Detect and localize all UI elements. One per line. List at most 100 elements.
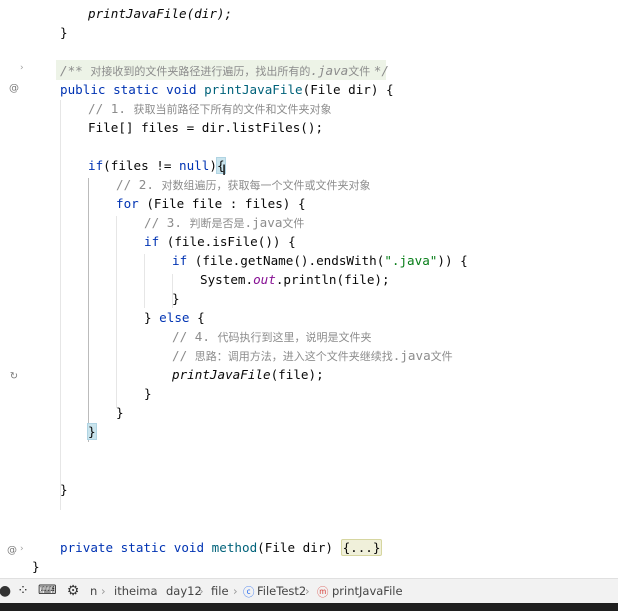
keyboard-icon[interactable]: ⌨: [38, 582, 57, 600]
code-editor[interactable]: › @ ↻ @ › printJavaFile(dir); } /** 对接收到…: [0, 0, 618, 578]
code-text: .java: [244, 215, 283, 230]
keyword: if: [172, 253, 188, 268]
matched-brace: }: [87, 423, 97, 440]
gear-icon[interactable]: ⚙: [64, 582, 82, 600]
keyword: if: [88, 158, 104, 173]
method-icon: ⓜ: [317, 585, 329, 599]
code-text: // 3.: [144, 215, 190, 230]
code-line[interactable]: } else {: [144, 308, 205, 327]
method-call: printJavaFile: [172, 367, 271, 382]
breadcrumb-separator: ›: [199, 584, 204, 598]
method-name: printJavaFile: [204, 82, 303, 97]
code-line[interactable]: }: [87, 422, 97, 441]
indent-guide: [116, 216, 117, 408]
code-line[interactable]: }: [60, 480, 68, 499]
breadcrumb-separator: ›: [305, 584, 310, 598]
code-text: // 1.: [88, 101, 134, 116]
code-line[interactable]: }: [60, 23, 68, 42]
comment-line[interactable]: // 1. 获取当前路径下所有的文件和文件夹对象: [88, 99, 332, 118]
indent-guide: [60, 100, 61, 510]
class-icon: ⓒ: [243, 585, 255, 599]
code-text: }: [116, 405, 124, 420]
code-text: System.: [200, 272, 254, 287]
record-icon[interactable]: ●: [0, 582, 14, 600]
code-line[interactable]: printJavaFile(file);: [172, 365, 324, 384]
code-text: // 2.: [116, 177, 162, 192]
breadcrumb-separator: ›: [233, 584, 238, 598]
code-line[interactable]: if (file.getName().endsWith(".java")) {: [172, 251, 468, 270]
method-signature-line[interactable]: private static void method(File dir) {..…: [60, 538, 383, 557]
code-text: */: [373, 63, 389, 78]
code-text: 文件: [282, 217, 305, 230]
doc-comment-line[interactable]: /** 对接收到的文件夹路径进行遍历，找出所有的.java文件 */: [60, 61, 389, 80]
code-line[interactable]: File[] files = dir.listFiles();: [88, 118, 323, 137]
code-line[interactable]: printJavaFile(dir);: [88, 4, 232, 23]
keyword: null: [179, 158, 210, 173]
folded-code-button[interactable]: {...}: [340, 539, 383, 556]
keyword: if: [144, 234, 160, 249]
code-text: }: [60, 482, 68, 497]
breadcrumb-item[interactable]: itheima: [114, 584, 158, 598]
code-text: (file);: [270, 367, 324, 382]
code-line[interactable]: System.out.println(file);: [200, 270, 390, 289]
code-text: 获取当前路径下所有的文件和文件夹对象: [133, 103, 332, 116]
breadcrumb-bar: ● ⁘ ⌨ ⚙ n › itheima › day12 › file › ⓒ F…: [0, 578, 618, 604]
code-line[interactable]: }: [116, 403, 124, 422]
code-text: 对数组遍历，获取每一个文件或文件夹对象: [161, 179, 371, 192]
breadcrumb-item[interactable]: file: [211, 584, 229, 598]
code-text: }: [32, 559, 40, 574]
method-signature-line[interactable]: public static void printJavaFile(File di…: [60, 80, 394, 99]
code-text: (files !=: [103, 158, 179, 173]
comment-line[interactable]: // 2. 对数组遍历，获取每一个文件或文件夹对象: [116, 175, 371, 194]
code-line[interactable]: if (file.isFile()) {: [144, 232, 296, 251]
code-text: 对接收到的文件夹路径进行遍历，找出所有的: [90, 65, 311, 78]
breadcrumb-item[interactable]: day12: [166, 584, 202, 598]
code-text: }: [172, 291, 180, 306]
code-line[interactable]: }: [172, 289, 180, 308]
keyword: for: [116, 196, 139, 211]
keyword: public static void: [60, 82, 205, 97]
breadcrumb-separator: ›: [153, 584, 158, 598]
code-text: .java: [392, 348, 431, 363]
code-text: }: [144, 310, 160, 325]
code-text: // 4.: [172, 329, 218, 344]
code-text: //: [172, 348, 195, 363]
recursive-call-icon: ↻: [9, 371, 19, 382]
comment-line[interactable]: // 3. 判断是否是.java文件: [144, 213, 304, 232]
code-text: (File dir): [257, 540, 341, 555]
code-text: .java: [310, 63, 349, 78]
keyword: private static void: [60, 540, 212, 555]
code-text: }: [144, 386, 152, 401]
at-sign-icon: @: [7, 545, 17, 556]
keyword: else: [159, 310, 190, 325]
code-text: }: [60, 25, 68, 40]
code-text: 思路：调用方法，进入这个文件夹继续找: [194, 350, 393, 363]
code-text: (File file : files) {: [138, 196, 306, 211]
dots-icon[interactable]: ⁘: [14, 582, 32, 600]
fold-chevron-icon[interactable]: ›: [20, 63, 24, 73]
code-line[interactable]: if(files != null){: [88, 156, 226, 175]
code-text: (file.isFile()) {: [159, 234, 296, 249]
code-text: 判断是否是: [189, 217, 245, 230]
static-field: out: [253, 272, 276, 287]
breadcrumb-item[interactable]: printJavaFile: [332, 584, 403, 598]
code-text: ): [209, 158, 217, 173]
comment-line[interactable]: // 4. 代码执行到这里，说明是文件夹: [172, 327, 372, 346]
code-text: 代码执行到这里，说明是文件夹: [217, 331, 372, 344]
code-text: )) {: [437, 253, 468, 268]
code-text: printJavaFile(dir);: [88, 6, 233, 21]
code-text: .println(file);: [275, 272, 390, 287]
code-text: 文件: [430, 350, 453, 363]
string-literal: ".java": [384, 253, 438, 268]
code-line[interactable]: }: [144, 384, 152, 403]
taskbar-strip: [0, 603, 618, 611]
fold-chevron-icon[interactable]: ›: [20, 544, 24, 554]
comment-line[interactable]: // 思路：调用方法，进入这个文件夹继续找.java文件: [172, 346, 453, 365]
method-name: method: [211, 540, 258, 555]
code-line[interactable]: for (File file : files) {: [116, 194, 306, 213]
code-line[interactable]: }: [32, 557, 40, 576]
code-text: File[] files = dir.listFiles();: [88, 120, 324, 135]
code-text: {: [189, 310, 205, 325]
breadcrumb-partial[interactable]: n: [90, 584, 97, 598]
breadcrumb-item[interactable]: FileTest2: [257, 584, 306, 598]
